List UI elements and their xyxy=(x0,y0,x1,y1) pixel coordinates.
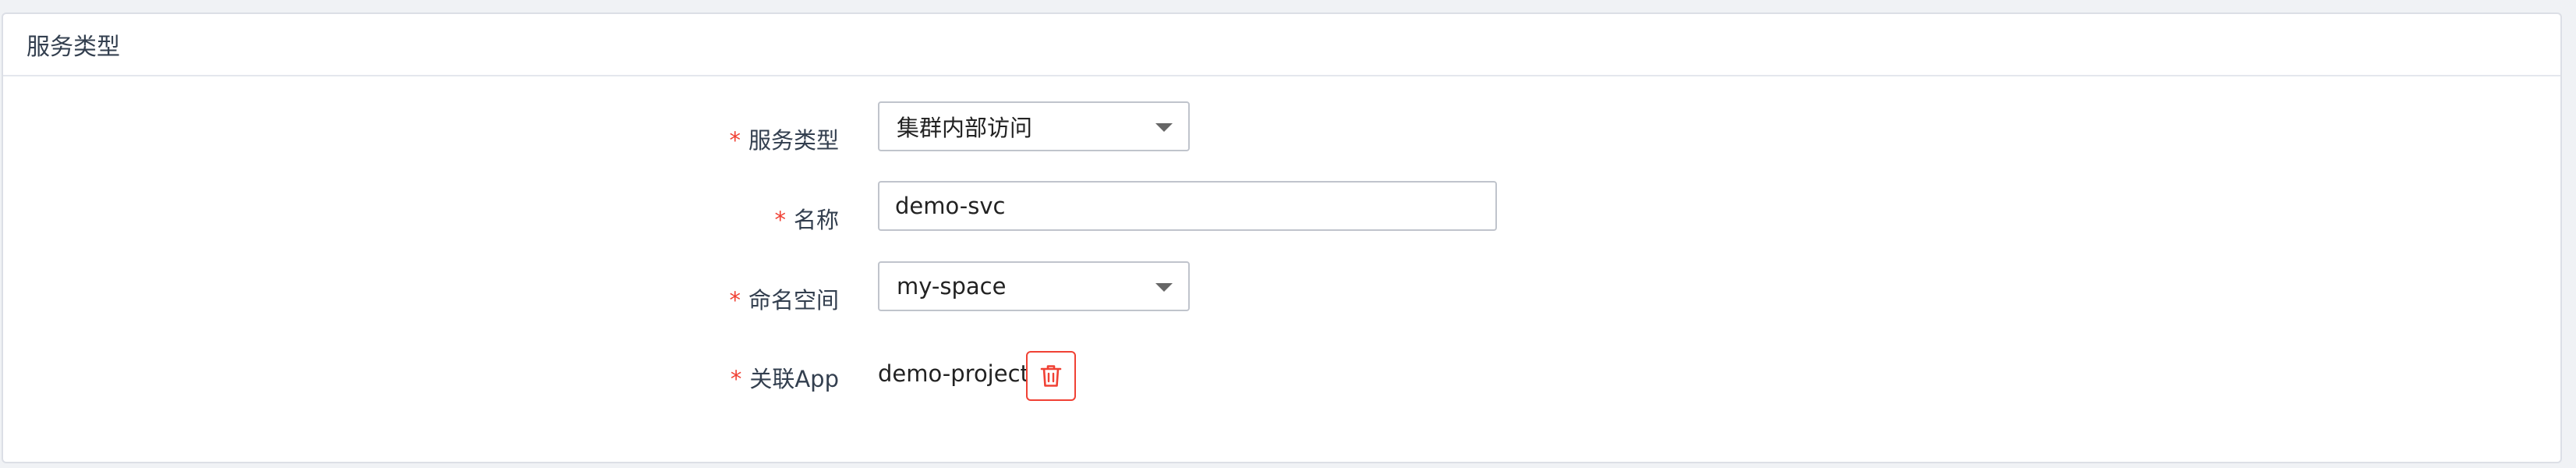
delete-app-button[interactable] xyxy=(1026,351,1076,401)
panel-title: 服务类型 xyxy=(27,34,120,61)
chevron-down-icon xyxy=(1155,123,1173,132)
panel-header: 服务类型 xyxy=(3,14,2560,76)
namespace-label-text: 命名空间 xyxy=(748,287,839,314)
form-row-namespace: * 命名空间 xyxy=(3,274,839,324)
form-row-name: * 名称 xyxy=(3,193,839,243)
service-type-select[interactable]: 集群内部访问 xyxy=(878,101,1190,151)
related-app-label: * 关联App xyxy=(3,361,839,394)
service-type-panel: 服务类型 * 服务类型 集群内部访问 * 名称 * 命名空间 my-space * 关联… xyxy=(2,12,2562,463)
trash-icon xyxy=(1040,365,1062,387)
name-input[interactable] xyxy=(878,181,1497,231)
service-type-label-text: 服务类型 xyxy=(748,127,839,154)
required-mark: * xyxy=(729,287,741,314)
name-label: * 名称 xyxy=(3,202,839,235)
namespace-label: * 命名空间 xyxy=(3,282,839,315)
chevron-down-icon xyxy=(1155,283,1173,292)
form-row-related-app: * 关联App xyxy=(3,353,839,402)
required-mark: * xyxy=(730,366,742,392)
form-row-service-type: * 服务类型 xyxy=(3,114,839,164)
namespace-value: my-space xyxy=(897,273,1007,300)
namespace-select[interactable]: my-space xyxy=(878,261,1190,311)
service-type-value: 集群内部访问 xyxy=(897,115,1033,141)
related-app-label-text: 关联App xyxy=(749,366,839,392)
service-type-label: * 服务类型 xyxy=(3,122,839,155)
required-mark: * xyxy=(774,207,786,233)
related-app-value: demo-project xyxy=(878,360,1029,387)
required-mark: * xyxy=(729,127,741,154)
name-label-text: 名称 xyxy=(793,207,839,233)
